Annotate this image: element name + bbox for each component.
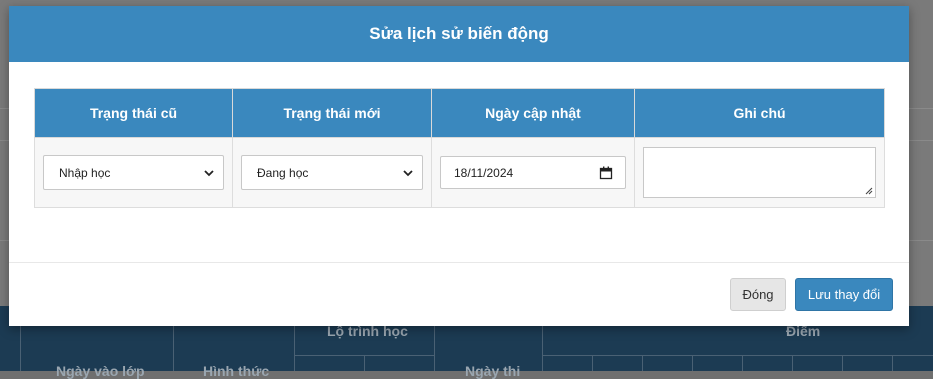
resize-handle-icon[interactable] [864,186,873,195]
footer-divider [9,262,909,263]
close-button[interactable]: Đóng [730,278,786,311]
edit-history-modal: Sửa lịch sử biến động Trạng thái cũ Trạn… [9,6,909,326]
bg-col-exam-date: Ngày thi [465,363,521,379]
chevron-down-icon [204,169,214,176]
calendar-icon[interactable] [599,166,613,180]
modal-body: Trạng thái cũ Trạng thái mới Ngày cập nh… [9,62,909,262]
new-status-select[interactable]: Đang học [241,155,423,190]
cell-new-status: Đang học [232,137,432,208]
history-table: Trạng thái cũ Trạng thái mới Ngày cập nh… [34,88,885,208]
table-row: Nhập học Đang học 18/11/2024 [34,137,885,208]
cell-note [634,137,885,208]
col-new-status: Trạng thái mới [232,88,432,138]
old-status-select[interactable]: Nhập học [43,155,224,190]
new-status-value: Đang học [257,165,309,180]
bg-col-join-date: Ngày vào lớp [56,363,145,379]
old-status-value: Nhập học [59,165,111,180]
save-changes-button[interactable]: Lưu thay đổi [795,278,893,311]
col-note: Ghi chú [634,88,885,138]
cell-update-date: 18/11/2024 [431,137,635,208]
col-update-date: Ngày cập nhật [431,88,635,138]
chevron-down-icon [403,169,413,176]
modal-title: Sửa lịch sử biến động [369,24,549,43]
update-date-input[interactable]: 18/11/2024 [440,156,626,189]
note-textarea[interactable] [643,146,876,198]
col-old-status: Trạng thái cũ [34,88,233,138]
table-header-row: Trạng thái cũ Trạng thái mới Ngày cập nh… [34,88,885,138]
modal-header: Sửa lịch sử biến động [9,6,909,62]
update-date-value: 18/11/2024 [454,165,514,180]
bg-col-form: Hình thức [203,363,270,379]
cell-old-status: Nhập học [34,137,233,208]
